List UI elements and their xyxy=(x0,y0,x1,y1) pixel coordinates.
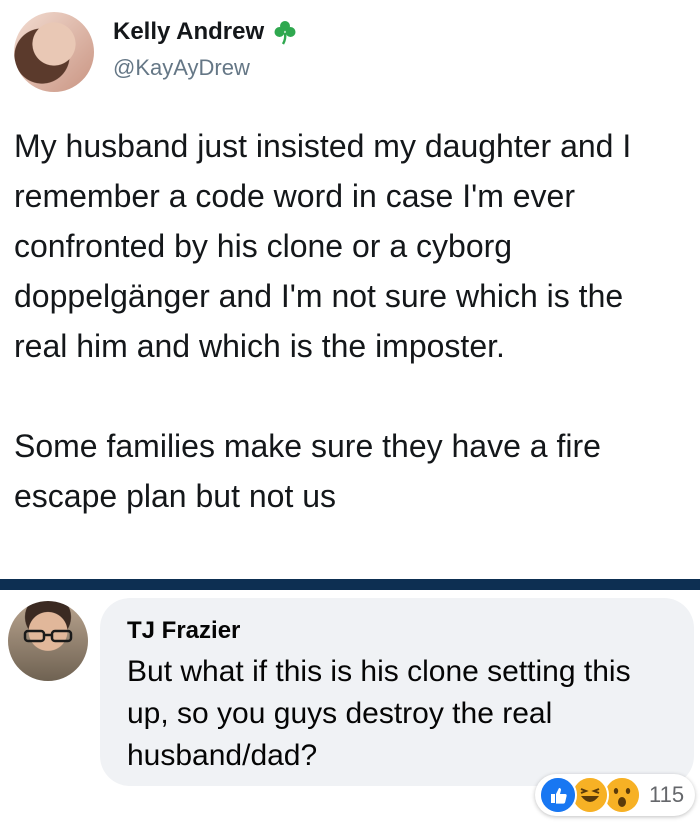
tweet: Kelly Andrew @KayAyDrew My husband just … xyxy=(0,0,700,580)
shamrock-icon xyxy=(274,21,296,45)
reactions-summary[interactable]: 115 xyxy=(535,774,695,816)
glasses-icon xyxy=(23,629,73,643)
tweet-body: My husband just insisted my daughter and… xyxy=(14,121,684,521)
tweet-author-name[interactable]: Kelly Andrew xyxy=(113,18,264,46)
comment-author-name[interactable]: TJ Frazier xyxy=(127,617,240,645)
tweet-author-handle[interactable]: @KayAyDrew xyxy=(113,55,250,81)
comment-author-avatar[interactable] xyxy=(8,601,88,681)
tweet-author-avatar[interactable] xyxy=(14,12,94,92)
like-icon xyxy=(539,776,577,814)
section-divider xyxy=(0,579,700,590)
tweet-paragraph-2: Some families make sure they have a fire… xyxy=(14,428,601,514)
tweet-paragraph-1: My husband just insisted my daughter and… xyxy=(14,128,632,364)
reaction-count: 115 xyxy=(649,782,685,807)
comment-text: But what if this is his clone setting th… xyxy=(127,655,631,772)
tweet-author-row: Kelly Andrew xyxy=(113,18,298,46)
